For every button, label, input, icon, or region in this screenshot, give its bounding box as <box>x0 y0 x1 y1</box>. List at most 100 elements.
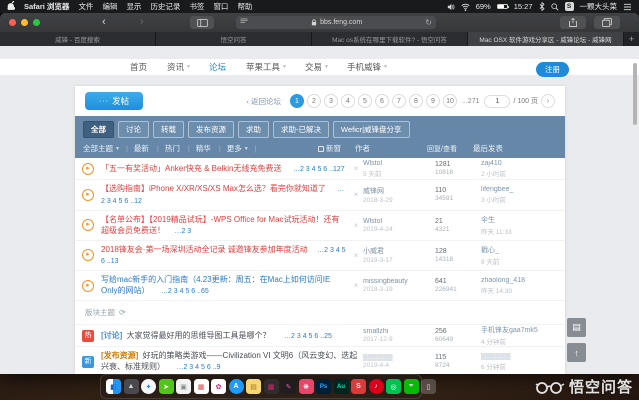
menu-item[interactable]: 编辑 <box>102 1 117 12</box>
new-window-checkbox[interactable]: 新窗 <box>318 143 341 154</box>
thread-author[interactable]: missingbeauty <box>363 278 435 285</box>
reader-icon[interactable] <box>240 18 248 27</box>
apple-menu-icon[interactable] <box>7 0 17 12</box>
browser-tab[interactable]: Mac os系统在哪里下载软件? - 悟空问答 <box>312 32 468 46</box>
browser-tab[interactable]: 威锋 - 百度搜索 <box>0 32 156 46</box>
dock-app-icon[interactable]: ➤ <box>158 379 174 394</box>
nav-item[interactable]: 论坛 <box>209 61 228 73</box>
thread-row[interactable]: ▸ 【名单公布】【2019精品试玩】-WPS Office for Mac试玩活… <box>75 211 565 241</box>
dock-app-icon[interactable]: ▦ <box>263 379 279 394</box>
sort-option[interactable]: 全部主题 ▼ <box>83 143 120 154</box>
menu-item[interactable]: 帮助 <box>237 1 252 12</box>
user-menu[interactable]: 一颗大头菜 <box>580 1 618 12</box>
page-link[interactable]: 8 <box>408 94 423 108</box>
dock-app-icon[interactable]: ✿ <box>211 379 226 394</box>
thread-title[interactable]: 【选购指南】iPhone X/XR/XS/XS Max怎么选？看完你就知道了 <box>101 184 326 193</box>
dock-app-icon[interactable]: ✎ <box>281 379 296 394</box>
category-chip[interactable]: 讨论 <box>118 121 149 138</box>
page-link[interactable]: 1 <box>289 94 304 108</box>
spotlight-icon[interactable] <box>550 2 559 11</box>
page-link[interactable]: ...271 <box>459 94 482 108</box>
thread-author[interactable]: 小威君 <box>363 246 435 256</box>
category-chip[interactable]: 全部 <box>83 121 114 138</box>
thread-author[interactable]: smallzhi <box>363 328 435 335</box>
thread-pages[interactable]: …2 3 4 5 6 ..9 <box>176 364 220 371</box>
close-icon[interactable]: × <box>349 190 363 199</box>
thread-row[interactable]: ▸ 【选购指南】iPhone X/XR/XS/XS Max怎么选？看完你就知道了… <box>75 180 565 211</box>
thread-title[interactable]: 好玩的策略类游戏——Civilization VI 文明6（风云变幻、迭起兴衰、… <box>101 351 357 371</box>
browser-tab[interactable]: Mac OSX 软件游戏分享区 - 威锋论坛 - 威锋网 <box>468 32 624 46</box>
sort-option[interactable]: 热门 <box>165 143 182 154</box>
thread-pages[interactable]: …2 3 4 5 6 ..65 <box>161 288 209 295</box>
last-post-user[interactable]: 手机锋友gaa7mk5 <box>481 325 565 335</box>
page-link[interactable]: 2 <box>306 94 321 108</box>
thread-title[interactable]: 【名单公布】【2019精品试玩】-WPS Office for Mac试玩活动！… <box>101 215 340 235</box>
menu-item[interactable]: 显示 <box>126 1 141 12</box>
menu-item[interactable]: 窗口 <box>213 1 228 12</box>
page-link[interactable]: 6 <box>374 94 389 108</box>
new-post-button[interactable]: ··· 发帖 <box>85 92 143 110</box>
menu-item[interactable]: 文件 <box>78 1 93 12</box>
thread-tag[interactable]: [发布资源] <box>101 351 138 360</box>
address-bar[interactable]: bbs.feng.com ↻ <box>236 16 436 29</box>
category-chip[interactable]: 发布资源 <box>188 121 234 138</box>
nav-item[interactable]: 交易 ▼ <box>305 61 329 73</box>
back-to-forum-link[interactable]: ‹ 返回论坛 <box>246 96 281 107</box>
sort-option[interactable]: 更多 ▼ <box>227 143 249 154</box>
dock-app-icon[interactable]: ▣ <box>176 379 191 394</box>
last-post-user[interactable]: lifengbee_ <box>481 186 565 193</box>
thread-row[interactable]: ▸ 2018锋友会·第一场深圳活动全记录 诚邀锋友参加年度活动 …2 3 4 5… <box>75 241 565 272</box>
dock-app-icon[interactable]: ▦ <box>193 379 209 394</box>
dock-app-icon[interactable]: ◎ <box>386 379 401 394</box>
page-link[interactable]: 4 <box>340 94 355 108</box>
zoom-window-button[interactable] <box>33 19 40 26</box>
sidebar-button[interactable] <box>190 16 214 29</box>
wifi-icon[interactable] <box>461 3 470 11</box>
thread-pages[interactable]: …2 3 4 5 6 ..127 <box>293 166 345 173</box>
reload-icon[interactable]: ↻ <box>425 18 432 27</box>
dock-app-icon[interactable]: A <box>228 379 244 394</box>
dock-app-icon[interactable]: ◧ <box>106 379 121 394</box>
volume-icon[interactable] <box>447 3 455 11</box>
new-tab-button[interactable]: + <box>624 32 639 46</box>
dock-app-icon[interactable]: ❋ <box>298 379 314 394</box>
category-chip[interactable]: Weficr|威锋盘分享 <box>333 121 410 138</box>
thread-row[interactable]: ▸ 「五一有奖活动」Anker快充 & Belkin无线充免费送 …2 3 4 … <box>75 158 565 180</box>
thread-pages[interactable]: …2 3 4 5 6 ..25 <box>284 333 332 340</box>
page-link[interactable]: 5 <box>357 94 372 108</box>
thread-author[interactable]: Wlstol <box>363 218 435 225</box>
battery-icon[interactable] <box>496 3 509 10</box>
clock[interactable]: 15:27 <box>514 2 533 11</box>
last-post-user[interactable]: zhaolong_418 <box>481 277 565 284</box>
last-post-user[interactable]: ▒▒▒▒▒▒ <box>481 353 565 360</box>
close-icon[interactable]: × <box>349 251 363 260</box>
nav-item[interactable]: 首页 <box>130 61 149 73</box>
forward-button[interactable]: › <box>140 15 144 30</box>
signup-button[interactable]: 注册 <box>536 61 569 77</box>
close-window-button[interactable] <box>9 19 16 26</box>
thread-title[interactable]: 大家觉得最好用的思维导图工具是哪个？ <box>127 331 271 340</box>
category-chip[interactable]: 求助 <box>238 121 269 138</box>
menu-item[interactable]: 书签 <box>189 1 204 12</box>
back-button[interactable]: ‹ <box>102 15 106 30</box>
page-link[interactable]: 3 <box>323 94 338 108</box>
bluetooth-icon[interactable] <box>539 2 545 11</box>
thread-author[interactable]: 威锋网 <box>363 186 435 196</box>
dock-app-icon[interactable]: ♪ <box>368 379 384 394</box>
sort-option[interactable]: 最新 <box>134 143 151 154</box>
next-page-button[interactable]: › <box>541 94 555 108</box>
close-icon[interactable]: × <box>349 281 363 290</box>
menu-item[interactable]: 历史记录 <box>150 1 180 12</box>
thread-title[interactable]: 「五一有奖活动」Anker快充 & Belkin无线充免费送 <box>101 164 281 173</box>
dock-app-icon[interactable]: ▯ <box>421 379 436 394</box>
dock-app-icon[interactable]: ▲ <box>123 379 139 394</box>
thread-row[interactable]: 热 [讨论] 大家觉得最好用的思维导图工具是哪个？ …2 3 4 5 6 ..2… <box>75 325 565 348</box>
sort-option[interactable]: 精华 <box>196 143 213 154</box>
input-method-icon[interactable]: S <box>564 2 574 11</box>
page-link[interactable]: 7 <box>391 94 406 108</box>
nav-item[interactable]: 苹果工具 ▼ <box>246 61 287 73</box>
page-number-input[interactable] <box>484 94 511 108</box>
thread-title[interactable]: 2018锋友会·第一场深圳活动全记录 诚邀锋友参加年度活动 <box>101 245 308 254</box>
thread-title[interactable]: 写给mac新手的入门指南（4.23更新：周五：在Mac上如何访问IE Only的… <box>101 275 330 295</box>
category-chip[interactable]: 求助-已解决 <box>273 121 329 138</box>
